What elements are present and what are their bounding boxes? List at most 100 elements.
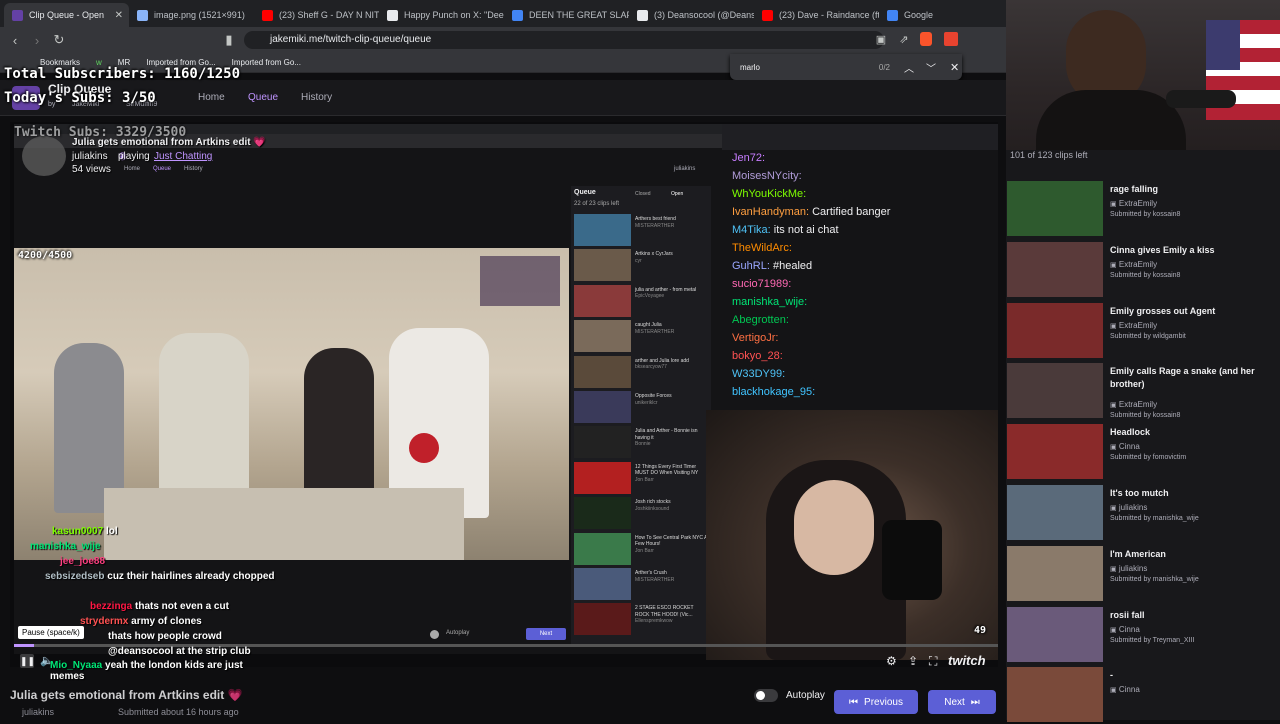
inner-queue-sub: MISTERARTHER bbox=[635, 222, 675, 229]
chat-username: manishka_wije: bbox=[732, 296, 808, 308]
clip-channel-overlay[interactable]: juliakins bbox=[72, 151, 108, 162]
inner-chat-panel: Jen72: MoisesNYcity: WhYouKickMe: IvanHa… bbox=[722, 124, 998, 414]
queue-item-submitter: Submitted by manishka_wije bbox=[1110, 575, 1199, 583]
nav-queue[interactable]: Queue bbox=[248, 92, 278, 103]
previous-button[interactable]: ⏮ Previous bbox=[834, 690, 918, 714]
twitch-logo[interactable]: twitch bbox=[948, 653, 986, 668]
inner-queue-item: Opposite Forces unikeriklcr bbox=[574, 391, 710, 424]
browser-tab[interactable]: (23) Sheff G - DAY N NITE bbox=[254, 3, 379, 27]
next-button[interactable]: Next ⏭ bbox=[928, 690, 996, 714]
bookmark-item[interactable]: Imported from Go... bbox=[232, 58, 301, 67]
chat-username: WhYouKickMe: bbox=[732, 188, 807, 200]
browser-tab[interactable]: (23) Dave - Raindance (ft. bbox=[754, 3, 879, 27]
queue-item[interactable]: I'm American ▣ juliakins Submitted by mani… bbox=[1006, 545, 1280, 603]
url-text: jakemiki.me/twitch-clip-queue/queue bbox=[270, 34, 432, 45]
queue-item[interactable]: It's too mutch ▣ juliakins Submitted by ma… bbox=[1006, 484, 1280, 542]
inner-next-button: Next bbox=[526, 628, 566, 640]
tab-favicon-icon bbox=[137, 9, 148, 21]
tab-label: (23) Dave - Raindance (ft. bbox=[779, 10, 879, 20]
chat-overlay-message: @deansocool at the strip club bbox=[108, 646, 251, 657]
rewards-icon[interactable] bbox=[944, 32, 958, 46]
fullscreen-icon[interactable]: ⛶ bbox=[929, 654, 937, 669]
queue-item[interactable]: - ▣ Cinna bbox=[1006, 666, 1280, 724]
clip-channel[interactable]: juliakins bbox=[22, 707, 54, 717]
inner-queue-label: Queue bbox=[574, 189, 596, 196]
settings-icon[interactable]: ⚙ bbox=[886, 654, 897, 668]
close-tab-icon[interactable]: ✕ bbox=[115, 10, 123, 21]
queue-item-channel: ▣ ExtraEmily bbox=[1110, 400, 1157, 409]
inner-chat-overlay bbox=[480, 256, 560, 306]
share-clip-icon[interactable]: ⇪ bbox=[908, 654, 918, 668]
tab-favicon-icon bbox=[512, 9, 523, 21]
queue-panel: 101 of 123 clips left rage falling ▣ Extr… bbox=[1006, 150, 1280, 723]
chat-text: thats how people crowd bbox=[108, 631, 222, 642]
tab-label: DEEN THE GREAT SLAPPED bbox=[529, 10, 629, 20]
inner-queue-sub: Jon Barr bbox=[635, 547, 654, 554]
queue-item-submitter: Submitted by Treyman_XIII bbox=[1110, 636, 1195, 644]
chat-text: #healed bbox=[772, 260, 813, 272]
browser-tab[interactable]: Google bbox=[879, 3, 1004, 27]
inner-autoplay-toggle bbox=[430, 630, 439, 639]
find-next-icon[interactable]: ﹀ bbox=[926, 60, 936, 75]
back-icon[interactable]: ‹ bbox=[4, 33, 26, 48]
queue-item[interactable]: Emily calls Rage a snake (and her brothe… bbox=[1006, 362, 1280, 420]
queue-item[interactable]: rage falling ▣ ExtraEmily Submitted by kos… bbox=[1006, 180, 1280, 238]
chat-message: manishka_wije: bbox=[732, 296, 807, 308]
queue-item[interactable]: rosii fall ▣ Cinna Submitted by Treyman_XI… bbox=[1006, 606, 1280, 664]
url-field[interactable]: jakemiki.me/twitch-clip-queue/queue bbox=[244, 31, 884, 49]
forward-icon[interactable]: › bbox=[26, 33, 48, 48]
queue-item-channel: ▣ juliakins bbox=[1110, 503, 1147, 512]
chat-username: TheWildArc: bbox=[732, 242, 792, 254]
chat-username: GuhRL: bbox=[732, 260, 770, 272]
queue-thumbnail bbox=[1007, 424, 1103, 480]
find-close-icon[interactable]: ✕ bbox=[950, 61, 959, 74]
webcam-counter: 49 bbox=[974, 625, 987, 636]
browser-tab[interactable]: (3) Deansocool (@Deanso bbox=[629, 3, 754, 27]
nav-home[interactable]: Home bbox=[198, 92, 225, 103]
inner-clips-left: 22 of 23 clips left bbox=[574, 201, 620, 207]
find-input[interactable]: marlo bbox=[740, 63, 850, 72]
chat-text: Cartified banger bbox=[812, 206, 891, 218]
inner-nav-queue: Queue bbox=[153, 166, 172, 172]
brave-shield-icon[interactable] bbox=[920, 32, 932, 46]
chat-username: bokyo_28: bbox=[732, 350, 783, 362]
inner-queue-sub: unikeriklcr bbox=[635, 399, 658, 406]
pause-button[interactable]: ❚❚ bbox=[20, 654, 35, 668]
inner-queue-sub: MISTERARTHER bbox=[635, 576, 675, 583]
queue-item[interactable]: Headlock ▣ Cinna Submitted by fomovictim bbox=[1006, 423, 1280, 481]
browser-tab[interactable]: Clip Queue - Open ✕ bbox=[4, 3, 129, 27]
nav-history[interactable]: History bbox=[301, 92, 332, 103]
progress-fill bbox=[14, 644, 34, 647]
queue-item-title: Cinna gives Emily a kiss bbox=[1110, 244, 1215, 255]
inner-queue-item: arther and Julia lore add bksearcyow77 bbox=[574, 355, 710, 389]
reader-icon[interactable]: ▣ bbox=[870, 33, 892, 46]
channel-icon: ▣ bbox=[1110, 322, 1117, 330]
chat-username: jee_joe88 bbox=[60, 556, 106, 567]
browser-tab[interactable]: image.png (1521×991) bbox=[129, 3, 254, 27]
queue-item-title: Emily grosses out Agent bbox=[1110, 305, 1216, 316]
bookmark-icon[interactable]: ▮ bbox=[218, 32, 240, 48]
queue-thumbnail bbox=[1007, 241, 1103, 297]
find-prev-icon[interactable]: ︿ bbox=[904, 60, 914, 75]
queue-item[interactable]: Cinna gives Emily a kiss ▣ ExtraEmily Subm… bbox=[1006, 241, 1280, 299]
queue-item[interactable]: Emily grosses out Agent ▣ ExtraEmily Submi… bbox=[1006, 302, 1280, 360]
queue-item-title: Headlock bbox=[1110, 427, 1151, 438]
browser-tab[interactable]: Happy Punch on X: "Deen bbox=[379, 3, 504, 27]
queue-item-channel: ▣ ExtraEmily bbox=[1110, 321, 1157, 330]
inner-queue-sub: Joshkiinksound bbox=[635, 505, 670, 512]
share-icon[interactable]: ⇗ bbox=[893, 33, 915, 46]
queue-item-submitter: Submitted by fomovictim bbox=[1110, 454, 1187, 462]
queue-thumbnail bbox=[1007, 363, 1103, 419]
queue-item-channel-name: juliakins bbox=[1118, 563, 1148, 573]
queue-thumbnail bbox=[1007, 667, 1103, 723]
reload-icon[interactable]: ↻ bbox=[48, 32, 70, 48]
chat-username: Mio_Nyaaa bbox=[50, 660, 103, 671]
clip-category[interactable]: Just Chatting bbox=[154, 151, 212, 162]
browser-tab[interactable]: DEEN THE GREAT SLAPPED bbox=[504, 3, 629, 27]
inner-queue-item: Josh rich stocks Joshkiinksound bbox=[574, 497, 710, 530]
channel-avatar[interactable] bbox=[22, 136, 66, 176]
pause-tooltip: Pause (space/k) bbox=[18, 626, 84, 639]
tab-label: Happy Punch on X: "Deen bbox=[404, 10, 504, 20]
clip-video[interactable] bbox=[14, 248, 569, 560]
autoplay-toggle[interactable] bbox=[754, 689, 778, 702]
